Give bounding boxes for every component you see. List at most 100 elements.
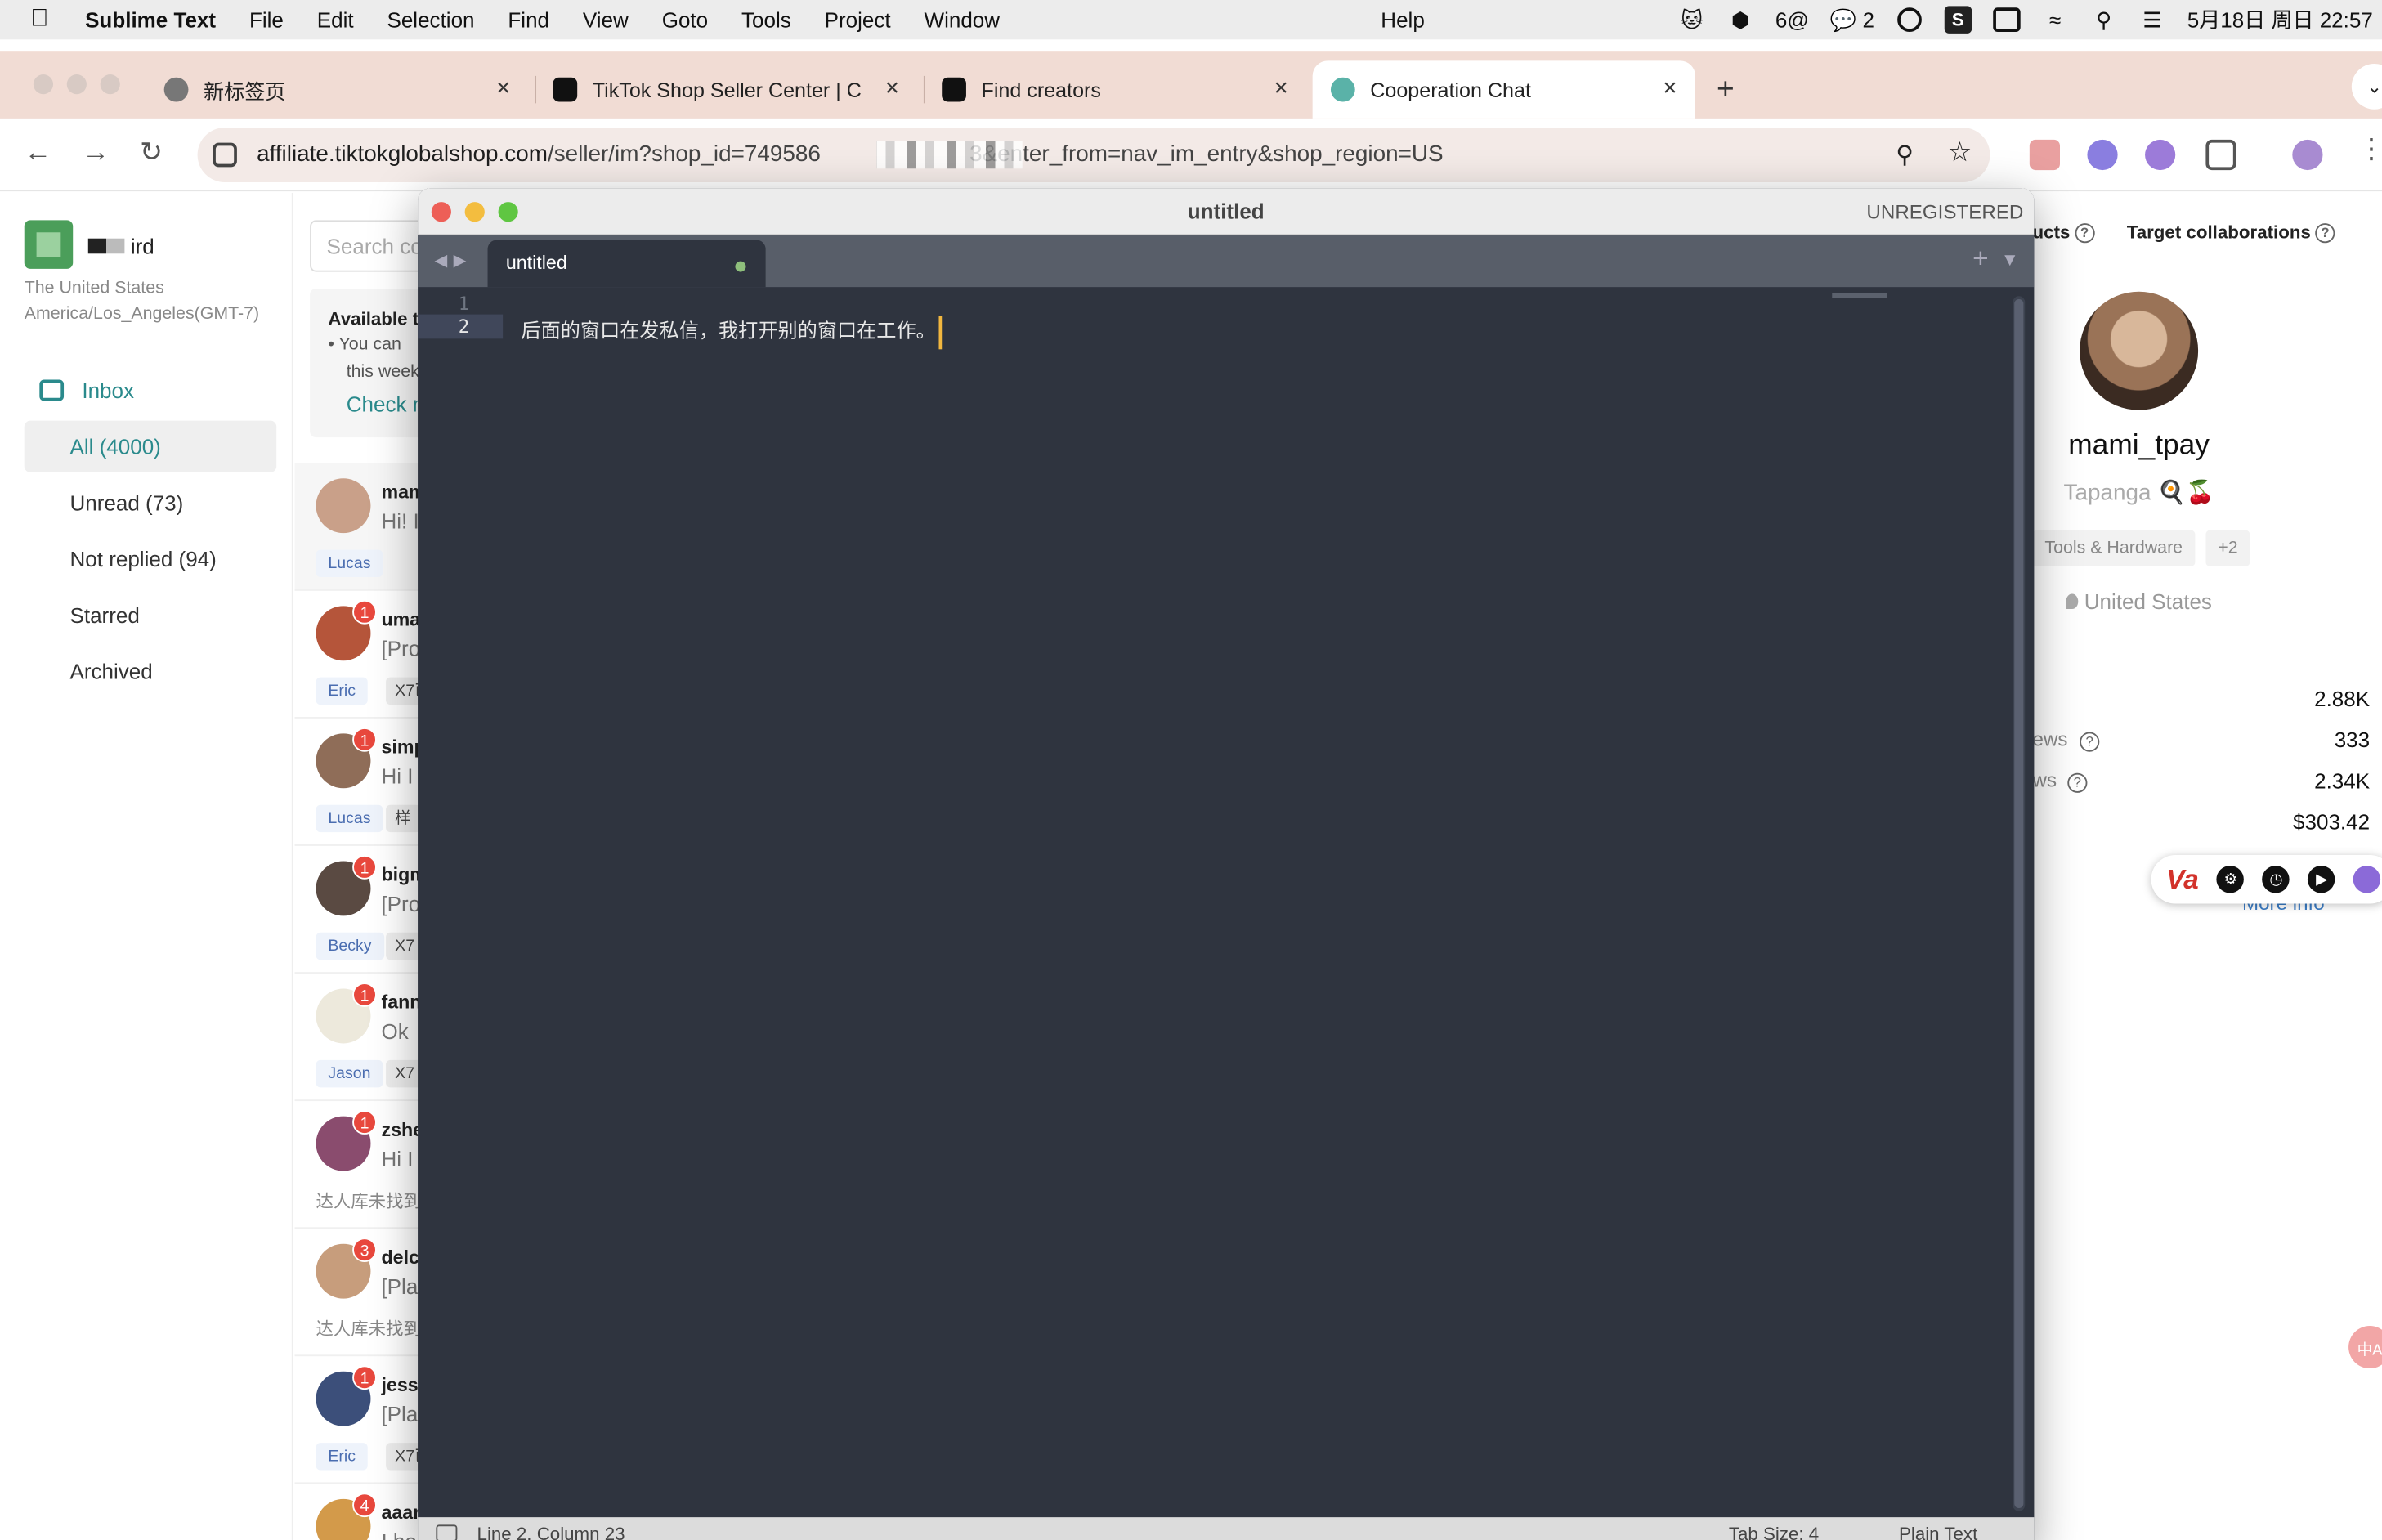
address-bar[interactable]: affiliate.tiktokglobalshop.com/seller/im…	[197, 128, 1990, 182]
battery-icon[interactable]	[1992, 6, 2021, 33]
wechat-icon[interactable]: 💬 2	[1830, 6, 1874, 33]
zoom-icon[interactable]: ⚲	[1896, 140, 1914, 170]
tab-size-selector[interactable]: Tab Size: 4	[1729, 1524, 1819, 1540]
back-arrow-icon[interactable]: ←	[25, 137, 51, 168]
menu-file[interactable]: File	[249, 7, 284, 32]
filter-not-replied[interactable]: Not replied (94)	[25, 533, 276, 584]
new-file-plus-icon[interactable]: +	[1972, 243, 1989, 275]
app-menu-sublime-text[interactable]: Sublime Text	[85, 7, 216, 32]
menu-window[interactable]: Window	[925, 7, 1001, 32]
sidebar-toggle-icon[interactable]	[436, 1524, 458, 1540]
close-tab-icon[interactable]: ×	[885, 76, 899, 103]
category-more-chip[interactable]: +2	[2205, 530, 2250, 567]
creator-name[interactable]: mami_tpay	[2033, 430, 2245, 463]
forward-arrow-icon[interactable]: →	[82, 137, 109, 168]
conversation-row[interactable]: 1 fann Ok Jason X7	[294, 974, 423, 1102]
help-icon[interactable]: ?	[2315, 223, 2335, 244]
unread-badge: 1	[352, 855, 377, 880]
timer-off-icon[interactable]: ◷	[2262, 866, 2290, 893]
conversation-row[interactable]: 3 delc [Pla 达人库未找到	[294, 1229, 423, 1357]
zoom-window-icon[interactable]	[100, 74, 120, 95]
conversation-row[interactable]: mam Hi! I Lucas	[294, 463, 423, 591]
text-caret	[938, 315, 943, 349]
status-tag: 样	[386, 804, 420, 833]
conversation-row[interactable]: 1 bigm [Pro Becky X7	[294, 846, 423, 974]
filter-archived[interactable]: Archived	[25, 646, 276, 697]
profile-avatar-icon[interactable]	[2292, 139, 2323, 171]
filter-unread[interactable]: Unread (73)	[25, 477, 276, 528]
browser-tab-cooperation-chat[interactable]: Cooperation Chat ×	[1312, 60, 1695, 119]
spotlight-search-icon[interactable]: ⚲	[2090, 6, 2117, 33]
conversation-row[interactable]: 1 simp Hi I Lucas 样	[294, 719, 423, 846]
translate-extension-icon[interactable]	[2029, 139, 2060, 171]
conversation-search-input[interactable]: Search co	[310, 220, 423, 272]
help-icon[interactable]: ?	[2074, 223, 2095, 244]
new-tab-button[interactable]: +	[1717, 73, 1735, 108]
unsaved-dot-icon[interactable]	[735, 261, 746, 272]
filter-starred[interactable]: Starred	[25, 589, 276, 641]
tab-target-collaborations[interactable]: Target collaborations?	[2127, 222, 2335, 244]
conversation-preview: [Pro	[381, 636, 421, 661]
bookmark-star-icon[interactable]: ☆	[1947, 137, 1972, 168]
hexagon-icon[interactable]: ⬢	[1726, 6, 1753, 33]
menu-selection[interactable]: Selection	[387, 7, 474, 32]
menu-goto[interactable]: Goto	[662, 7, 708, 32]
va-extension-button[interactable]: Va	[2166, 863, 2199, 895]
bird-extension-icon[interactable]	[2087, 139, 2118, 171]
s-app-icon[interactable]: S	[1944, 6, 1972, 34]
minimize-window-icon[interactable]	[66, 74, 87, 95]
help-icon[interactable]: ?	[2080, 732, 2100, 752]
cat-icon[interactable]: 🐱	[1678, 6, 1705, 33]
floating-extension-toolbar: Va ⚙ ◷ ▶	[2151, 855, 2382, 904]
tab-products[interactable]: ucts?	[2033, 222, 2095, 244]
minimap[interactable]	[1832, 293, 1887, 298]
menu-view[interactable]: View	[583, 7, 629, 32]
creator-avatar[interactable]	[2080, 291, 2199, 410]
play-icon[interactable]: ▶	[2308, 866, 2336, 893]
octopus-icon[interactable]	[2353, 866, 2381, 893]
inbox-header[interactable]: Inbox	[39, 378, 134, 402]
tab-list-dropdown-icon[interactable]: ▼	[2001, 249, 2019, 271]
menu-tools[interactable]: Tools	[741, 7, 791, 32]
conversation-row[interactable]: 1jessi [Pla Eric X7已	[294, 1356, 423, 1484]
conversation-row[interactable]: 1 zshe Hi I 达人库未找到	[294, 1101, 423, 1229]
tab-search-chevron-icon[interactable]: ⌄	[2351, 64, 2382, 110]
sublime-titlebar[interactable]: untitled UNREGISTERED	[418, 188, 2035, 235]
apple-menu-icon[interactable]: 	[30, 6, 55, 33]
close-tab-icon[interactable]: ×	[1274, 76, 1288, 103]
editor-tab-untitled[interactable]: untitled	[487, 240, 766, 288]
control-center-icon[interactable]: ☰	[2138, 6, 2165, 33]
extensions-puzzle-icon[interactable]	[2205, 139, 2236, 171]
menu-find[interactable]: Find	[508, 7, 549, 32]
site-settings-icon[interactable]	[213, 142, 237, 168]
close-tab-icon[interactable]: ×	[1663, 76, 1677, 103]
gear-icon[interactable]: ⚙	[2217, 866, 2245, 893]
browser-tab-seller-center[interactable]: TikTok Shop Seller Center | C ×	[535, 60, 917, 119]
octopus-extension-icon[interactable]	[2145, 139, 2176, 171]
conversation-row[interactable]: 4aaar I ho	[295, 1484, 423, 1540]
menu-edit[interactable]: Edit	[317, 7, 354, 32]
wifi-icon[interactable]: ≈	[2041, 6, 2068, 33]
menubar-clock[interactable]: 5月18日 周日 22:57	[2187, 5, 2373, 35]
filter-all[interactable]: All (4000)	[24, 420, 277, 472]
conversation-row[interactable]: 1uma [Pro Eric X7已	[294, 591, 423, 719]
url-text[interactable]: affiliate.tiktokglobalshop.com/seller/im…	[257, 141, 1444, 168]
reload-icon[interactable]: ↻	[140, 137, 163, 168]
tab-nav-arrows-icon[interactable]: ◀▶	[435, 251, 472, 270]
browser-tab-find-creators[interactable]: Find creators ×	[924, 60, 1306, 119]
menu-project[interactable]: Project	[825, 7, 891, 32]
editor-scrollbar[interactable]	[2013, 296, 2026, 1511]
notice-link[interactable]: Check n	[347, 392, 423, 416]
close-window-icon[interactable]	[33, 74, 54, 95]
help-icon[interactable]: ?	[2067, 772, 2088, 793]
conversation-preview: Hi I	[381, 1146, 414, 1171]
syntax-selector[interactable]: Plain Text	[1899, 1524, 1977, 1540]
notify-badge-icon[interactable]: 6@	[1775, 6, 1809, 33]
browser-tab-new-tab[interactable]: 新标签页 ×	[146, 60, 528, 119]
unread-badge: 1	[352, 983, 377, 1007]
editor-text-area[interactable]: 后面的窗口在发私信，我打开别的窗口在工作。	[521, 315, 943, 349]
browser-menu-icon[interactable]: ⋮	[2357, 134, 2382, 166]
play-circle-icon[interactable]	[1896, 6, 1923, 33]
menu-help[interactable]: Help	[1381, 7, 1425, 32]
close-tab-icon[interactable]: ×	[496, 76, 510, 103]
